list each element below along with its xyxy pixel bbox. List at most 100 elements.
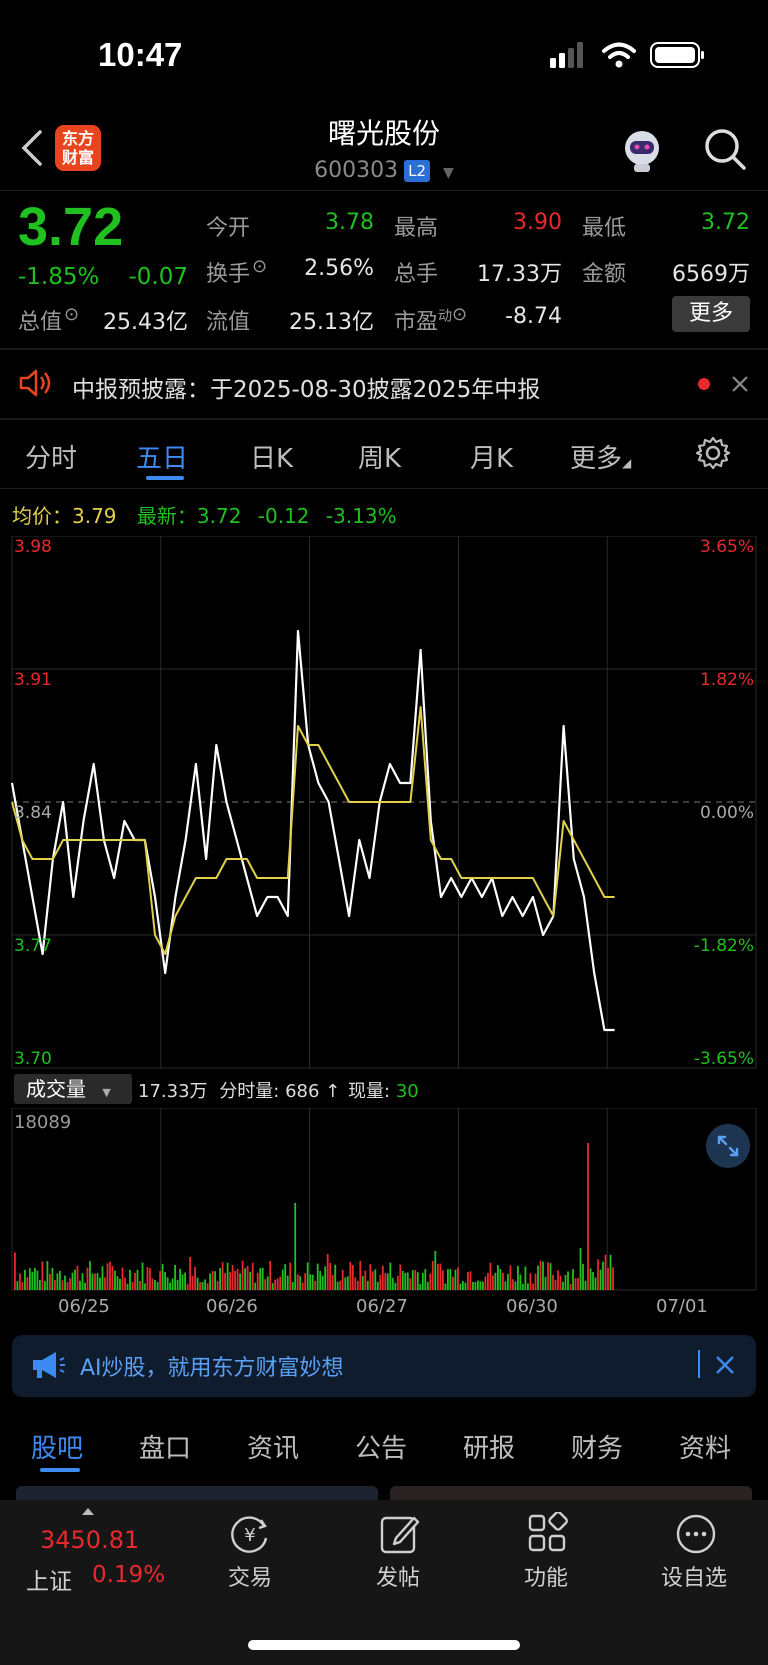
volume-bar <box>414 1269 417 1290</box>
volume-indicator-select[interactable]: 成交量 ▼ <box>14 1074 132 1104</box>
low-label: 最低 <box>582 216 627 241</box>
info-icon[interactable]: ⊙ <box>452 304 467 325</box>
volume-bar <box>131 1281 134 1290</box>
volume-bar <box>416 1272 419 1290</box>
volume-bar <box>399 1264 402 1290</box>
tab-five-day[interactable]: 五日 <box>136 438 188 475</box>
volume-bar <box>607 1268 609 1290</box>
volume-bar <box>492 1275 494 1290</box>
volume-bar <box>64 1275 66 1290</box>
volume-bar <box>291 1282 294 1290</box>
ai-banner-text[interactable]: AI炒股，就用东方财富妙想 <box>80 1350 344 1382</box>
volume-bar <box>281 1269 284 1290</box>
volume-bar <box>557 1270 559 1290</box>
tab-research[interactable]: 研报 <box>463 1428 515 1465</box>
volume-bar <box>552 1274 554 1290</box>
volume-bar <box>356 1280 359 1290</box>
volume-bar <box>592 1272 594 1290</box>
volume-bar <box>396 1275 399 1290</box>
volume-bar <box>374 1269 377 1290</box>
tab-order-book[interactable]: 盘口 <box>139 1428 191 1465</box>
volume-bar <box>469 1271 472 1290</box>
close-notice-icon[interactable] <box>730 374 750 394</box>
yuan-exchange-icon[interactable]: ¥ <box>228 1512 272 1556</box>
turnover-value: 2.56% <box>304 256 374 281</box>
volume-bar <box>411 1270 414 1290</box>
tab-financials[interactable]: 财务 <box>571 1428 623 1465</box>
edit-post-icon[interactable] <box>378 1512 422 1556</box>
tab-news[interactable]: 资讯 <box>247 1428 299 1465</box>
tab-more[interactable]: 更多◢ <box>570 438 631 475</box>
volume-bar <box>301 1282 304 1290</box>
volume-bar <box>494 1272 497 1290</box>
tab-announcements[interactable]: 公告 <box>355 1428 407 1465</box>
dock-functions[interactable]: 功能 <box>496 1560 596 1592</box>
pe-sup: 动 <box>438 308 453 325</box>
last-change: -0.12 <box>257 504 310 528</box>
tab-forum[interactable]: 股吧 <box>31 1428 83 1465</box>
volume-bar <box>289 1262 292 1290</box>
grid-function-icon[interactable] <box>526 1512 570 1556</box>
volume-bar <box>274 1279 277 1290</box>
volume-bar <box>349 1261 352 1290</box>
expand-caret-icon[interactable] <box>82 1508 94 1515</box>
info-icon[interactable]: ⊙ <box>64 304 79 325</box>
volume-bar <box>574 1278 577 1290</box>
expand-chart-button[interactable] <box>706 1124 750 1168</box>
volume-bar <box>612 1267 614 1290</box>
volume-bar <box>29 1268 31 1290</box>
dropdown-caret-icon[interactable]: ▼ <box>443 165 454 181</box>
y-tick-right: 1.82% <box>700 670 754 690</box>
five-day-price-chart[interactable]: 3.98 3.65% 3.91 1.82% 3.84 0.00% 3.77 -1.82% 3.7… <box>0 536 768 1070</box>
more-button[interactable]: 更多 <box>672 296 750 332</box>
turnover-label[interactable]: 换手 ⊙ <box>206 256 267 288</box>
volume-bar <box>584 1280 587 1290</box>
tab-weekly-k[interactable]: 周K <box>358 438 401 475</box>
volume-bar <box>34 1267 36 1290</box>
mcap-label[interactable]: 总值 ⊙ <box>18 304 79 336</box>
volume-bar <box>111 1266 114 1290</box>
date-label: 06/30 <box>506 1296 558 1317</box>
tab-monthly-k[interactable]: 月K <box>470 438 513 475</box>
volume-label: 总手 <box>394 262 439 287</box>
volume-bar <box>61 1280 64 1290</box>
volume-bar <box>324 1266 327 1290</box>
close-banner-icon[interactable] <box>714 1354 736 1376</box>
stock-code: 600303 <box>314 158 399 183</box>
volume-bar <box>241 1260 244 1290</box>
volume-bar <box>554 1279 557 1290</box>
tab-profile[interactable]: 资料 <box>679 1428 731 1465</box>
tab-daily-k[interactable]: 日K <box>250 438 293 475</box>
volume-bar <box>194 1266 196 1290</box>
volume-bar <box>211 1271 214 1290</box>
notice-text[interactable]: 中报预披露：于2025-08-30披露2025年中报 <box>72 370 540 404</box>
volume-bar <box>196 1277 199 1290</box>
volume-bar <box>251 1262 254 1290</box>
dock-post[interactable]: 发帖 <box>348 1560 448 1592</box>
volume-bar <box>532 1283 534 1290</box>
date-label: 06/26 <box>206 1296 258 1317</box>
volume-bar <box>119 1278 121 1290</box>
dock-add-watchlist[interactable]: 设自选 <box>644 1560 744 1592</box>
dock-trade[interactable]: 交易 <box>200 1560 300 1592</box>
settings-gear-icon[interactable] <box>696 436 730 470</box>
add-watchlist-icon[interactable] <box>674 1512 718 1556</box>
price-line <box>10 629 615 1032</box>
volume-bar <box>454 1269 457 1290</box>
volume-bar <box>316 1263 319 1290</box>
search-icon[interactable] <box>702 126 748 172</box>
volume-bar <box>246 1266 249 1290</box>
tab-intraday[interactable]: 分时 <box>25 438 77 475</box>
home-indicator[interactable] <box>248 1640 520 1650</box>
volume-bar <box>294 1203 297 1290</box>
volume-bar <box>124 1277 126 1290</box>
index-percent[interactable]: 0.19% <box>92 1562 165 1588</box>
volume-chart[interactable]: 18089 <box>0 1108 768 1292</box>
info-icon[interactable]: ⊙ <box>252 256 267 277</box>
pe-label[interactable]: 市盈动⊙ <box>394 304 467 336</box>
volume-bar <box>146 1267 149 1290</box>
index-name[interactable]: 上证 <box>26 1562 72 1596</box>
index-value[interactable]: 3450.81 <box>40 1526 139 1554</box>
volume-bar <box>136 1269 139 1290</box>
robot-assistant-icon[interactable] <box>618 126 666 174</box>
